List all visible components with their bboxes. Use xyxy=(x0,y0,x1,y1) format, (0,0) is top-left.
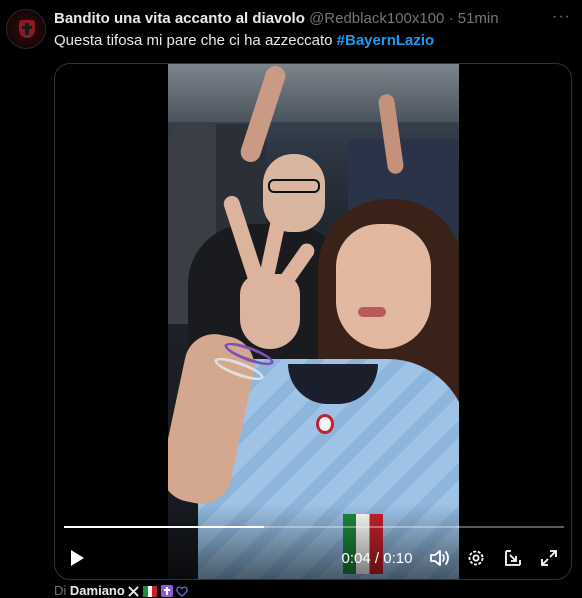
pip-icon xyxy=(505,550,521,566)
video-player[interactable]: 0:04 / 0:10 xyxy=(54,63,572,580)
latin-cross-icon xyxy=(160,585,173,597)
video-time: 0:04 / 0:10 xyxy=(341,549,413,567)
glasses xyxy=(268,179,320,193)
club-crest-icon xyxy=(19,20,35,38)
settings-button[interactable] xyxy=(464,546,488,570)
video-frame[interactable] xyxy=(168,64,459,579)
speaker-icon xyxy=(430,550,449,566)
author-name[interactable]: Bandito una vita accanto al diavolo xyxy=(54,10,305,27)
hashtag-link[interactable]: #BayernLazio xyxy=(337,32,435,49)
play-button[interactable] xyxy=(65,546,89,570)
video-progress-fill xyxy=(64,526,264,528)
video-progress-bar[interactable] xyxy=(64,526,564,528)
blue-heart-icon xyxy=(176,586,189,597)
jersey-badge-icon xyxy=(316,414,334,434)
separator-dot: · xyxy=(448,10,454,27)
woman-lips xyxy=(358,307,386,317)
author-handle[interactable]: @Redblack100x100 xyxy=(309,10,444,27)
stadium-roof xyxy=(168,64,459,122)
x-logo-icon xyxy=(128,586,140,597)
expand-icon xyxy=(541,550,557,566)
palm xyxy=(240,274,300,349)
tweet-body: Questa tifosa mi pare che ci ha azzeccat… xyxy=(54,32,337,49)
timestamp[interactable]: 51min xyxy=(458,10,499,27)
picture-in-picture-button[interactable] xyxy=(501,546,525,570)
controls-overlay xyxy=(55,504,571,579)
more-options-icon[interactable]: ··· xyxy=(552,8,571,26)
woman-face xyxy=(336,224,431,349)
avatar[interactable] xyxy=(6,9,46,49)
tweet-header: Bandito una vita accanto al diavolo @Red… xyxy=(54,10,499,28)
volume-button[interactable] xyxy=(428,546,452,570)
fullscreen-button[interactable] xyxy=(537,546,561,570)
hand-gesture xyxy=(221,193,318,364)
tweet-text: Questa tifosa mi pare che ci ha azzeccat… xyxy=(54,32,434,50)
play-icon xyxy=(71,550,84,566)
italy-flag-icon xyxy=(143,586,158,597)
gear-icon xyxy=(468,550,484,566)
